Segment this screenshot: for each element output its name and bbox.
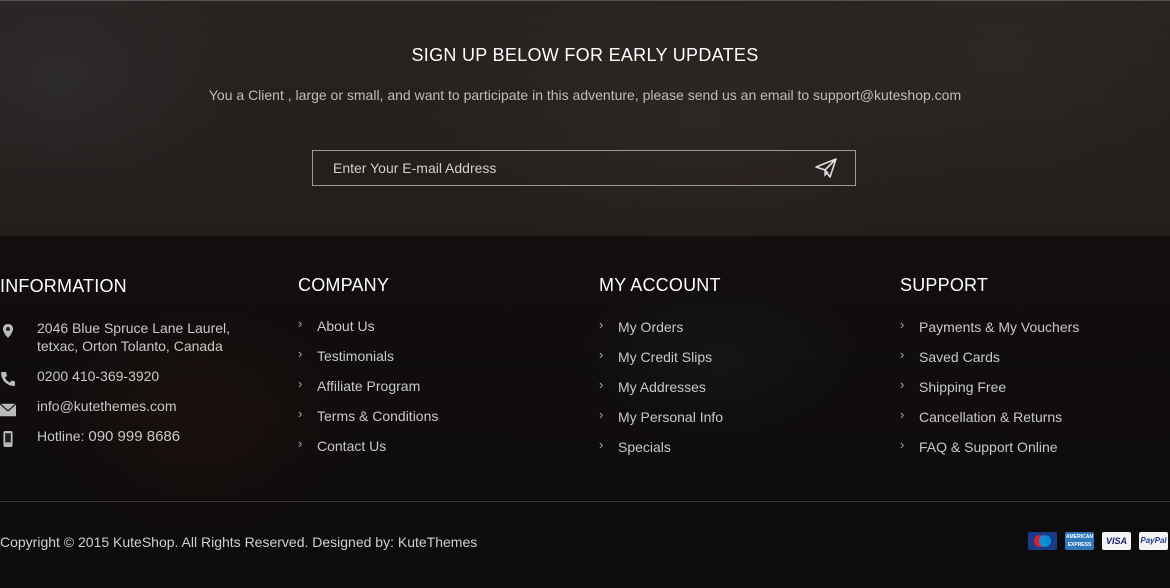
phone-item: 0200 410-369-3920	[0, 367, 270, 386]
visa-card-icon: VISA	[1102, 532, 1131, 550]
link-shipping-free[interactable]: › Shipping Free	[900, 377, 1170, 407]
link-testimonials[interactable]: › Testimonials	[298, 346, 568, 376]
chevron-right-icon: ›	[599, 347, 604, 362]
account-column: MY ACCOUNT › My Orders › My Credit Slips ›…	[599, 275, 869, 467]
link-my-addresses[interactable]: › My Addresses	[599, 377, 869, 407]
link-contact-us[interactable]: › Contact Us	[298, 436, 568, 466]
information-heading: INFORMATION	[0, 276, 127, 296]
phone-icon	[1, 372, 15, 386]
email-link[interactable]: info@kutethemes.com	[37, 398, 177, 414]
address-line-1: 2046 Blue Spruce Lane Laurel,	[37, 320, 231, 336]
link-my-personal-info[interactable]: › My Personal Info	[599, 407, 869, 437]
phone-number: 0200 410-369-3920	[37, 368, 160, 384]
email-input[interactable]	[313, 151, 813, 185]
hotline-label: Hotline:	[37, 428, 85, 444]
link-saved-cards[interactable]: › Saved Cards	[900, 347, 1170, 377]
newsletter-section	[0, 0, 1170, 237]
amex-card-icon: AMERICAN EXPRESS	[1065, 532, 1094, 550]
envelope-icon	[0, 403, 16, 417]
chevron-right-icon: ›	[900, 437, 905, 452]
link-my-orders[interactable]: › My Orders	[599, 317, 869, 347]
mobile-icon	[3, 431, 13, 447]
chevron-right-icon: ›	[599, 437, 604, 452]
link-cancellation-returns[interactable]: › Cancellation & Returns	[900, 407, 1170, 437]
chevron-right-icon: ›	[599, 407, 604, 422]
paper-plane-icon	[815, 158, 837, 178]
chevron-right-icon: ›	[900, 377, 905, 392]
map-pin-icon	[3, 324, 13, 338]
chevron-right-icon: ›	[298, 346, 303, 361]
chevron-right-icon: ›	[298, 376, 303, 391]
copyright-text: Copyright © 2015 KuteShop. All Rights Re…	[0, 534, 478, 550]
information-column: INFORMATION 2046 Blue Spruce Lane Laurel…	[0, 276, 270, 447]
company-column: COMPANY › About Us › Testimonials › Affilia…	[298, 275, 568, 466]
link-specials[interactable]: › Specials	[599, 437, 869, 467]
support-heading: SUPPORT	[900, 275, 989, 295]
chevron-right-icon: ›	[900, 347, 905, 362]
address-line-2: tetxac, Orton Tolanto, Canada	[37, 338, 223, 354]
chevron-right-icon: ›	[599, 377, 604, 392]
link-faq-support[interactable]: › FAQ & Support Online	[900, 437, 1170, 467]
hotline-number: 090 999 8686	[88, 428, 181, 445]
chevron-right-icon: ›	[900, 317, 905, 332]
newsletter-description: You a Client , large or small, and want …	[208, 87, 962, 103]
chevron-right-icon: ›	[599, 317, 604, 332]
newsletter-title: SIGN UP BELOW FOR EARLY UPDATES	[411, 45, 759, 65]
link-affiliate-program[interactable]: › Affiliate Program	[298, 376, 568, 406]
footer-divider	[0, 501, 1170, 502]
link-about-us[interactable]: › About Us	[298, 316, 568, 346]
link-terms-conditions[interactable]: › Terms & Conditions	[298, 406, 568, 436]
link-my-credit-slips[interactable]: › My Credit Slips	[599, 347, 869, 377]
chevron-right-icon: ›	[298, 436, 303, 451]
company-heading: COMPANY	[298, 275, 390, 295]
account-heading: MY ACCOUNT	[599, 275, 721, 295]
chevron-right-icon: ›	[298, 316, 303, 331]
newsletter-form	[312, 150, 856, 186]
chevron-right-icon: ›	[900, 407, 905, 422]
maestro-card-icon	[1028, 532, 1057, 550]
chevron-right-icon: ›	[298, 406, 303, 421]
paypal-card-icon: PayPal	[1139, 532, 1168, 550]
address-item: 2046 Blue Spruce Lane Laurel, tetxac, Or…	[0, 319, 270, 355]
send-button[interactable]	[815, 158, 837, 178]
hotline-item: Hotline: 090 999 8686	[0, 427, 270, 447]
support-column: SUPPORT › Payments & My Vouchers › Saved C…	[900, 275, 1170, 467]
email-item: info@kutethemes.com	[0, 397, 270, 417]
link-payments-vouchers[interactable]: › Payments & My Vouchers	[900, 317, 1170, 347]
